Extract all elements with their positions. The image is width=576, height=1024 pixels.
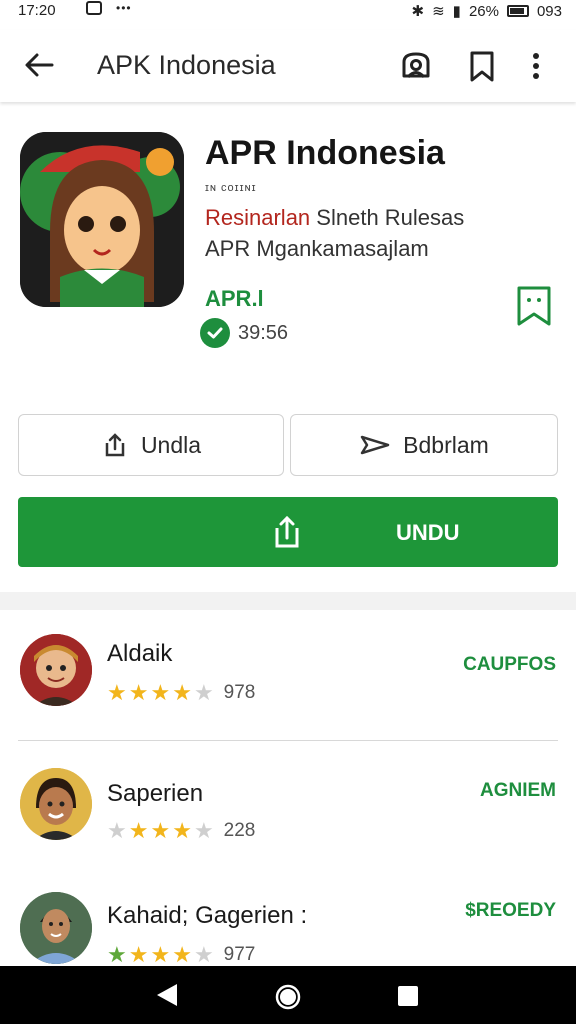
reviewer-name: Aldaik — [107, 640, 173, 667]
wishlist-icon[interactable] — [516, 285, 552, 327]
app-subtitle: APR Mgankamasajlam — [205, 236, 429, 261]
app-details-card: APR Indonesia ɪɴ ᴄᴏɪɪɴɪ Resinarlan Slnet… — [0, 110, 576, 590]
reviewer-name: Kahaid; Gagerien : — [107, 902, 308, 929]
developer-rest: Slneth Rulesas — [316, 205, 465, 230]
nav-recents-icon[interactable] — [397, 985, 419, 1007]
reviewer-name: Saperien — [107, 780, 204, 807]
back-arrow-icon[interactable] — [22, 48, 56, 82]
more-notifications-icon: ••• — [116, 1, 132, 15]
secondary-button-left[interactable]: Undla — [18, 414, 284, 476]
rating-stars: ★ ★ ★ ★ ★ 977 — [107, 942, 256, 967]
app-icon[interactable] — [20, 132, 184, 307]
verified-row: 39:56 — [200, 318, 288, 348]
review-count: 977 — [223, 944, 256, 965]
status-extra: 093 — [536, 2, 562, 20]
review-item[interactable]: Aldaik ★ ★ ★ ★ ★ 978 CAUPFOS — [0, 628, 576, 738]
review-count: 978 — [223, 682, 256, 703]
wifi-icon: ≋ — [432, 3, 445, 20]
verified-count: 39:56 — [238, 321, 289, 344]
review-label[interactable]: AGNIEM — [480, 780, 556, 802]
app-bar: APK Indonesia — [0, 30, 576, 102]
bluetooth-icon: ✱ — [411, 3, 425, 20]
signal-icon: ▮ — [452, 3, 461, 20]
developer-line: Resinarlan Slneth Rulesas — [205, 205, 464, 231]
check-circle-icon — [200, 318, 230, 348]
developer-link[interactable]: Resinarlan — [205, 205, 310, 230]
install-button-label: UNDU — [396, 520, 460, 545]
status-time: 17:20 — [18, 2, 56, 19]
app-name: APR Indonesia — [205, 134, 445, 172]
more-vert-icon[interactable] — [526, 48, 546, 84]
nav-back-icon[interactable] — [155, 982, 179, 1008]
avatar — [20, 892, 92, 964]
avatar — [20, 768, 92, 840]
rating-stars: ★ ★ ★ ★ ★ 228 — [107, 818, 256, 843]
secondary-button-right[interactable]: Bdbrlam — [290, 414, 558, 476]
app-small-text: ɪɴ ᴄᴏɪɪɴɪ — [205, 182, 257, 194]
upload-icon — [275, 515, 299, 548]
review-label[interactable]: $REOEDY — [465, 900, 556, 922]
send-icon — [360, 435, 390, 455]
nav-home-icon[interactable] — [274, 983, 302, 1011]
review-item[interactable]: Saperien ★ ★ ★ ★ ★ 228 AGNIEM — [0, 766, 576, 876]
bookmark-icon[interactable] — [464, 48, 500, 84]
secondary-button-right-label: Bdbrlam — [403, 431, 489, 458]
review-divider — [18, 740, 558, 741]
notification-icon — [86, 1, 102, 15]
secondary-button-left-label: Undla — [140, 431, 202, 458]
battery-icon — [506, 5, 529, 17]
review-label[interactable]: CAUPFOS — [463, 654, 556, 676]
share-icon — [105, 433, 125, 457]
avatar — [20, 634, 92, 706]
app-tag: APR.l — [205, 286, 264, 311]
account-icon[interactable] — [398, 48, 434, 84]
install-button[interactable]: UNDU — [18, 497, 558, 567]
system-nav-bar — [0, 966, 576, 1024]
battery-percent: 26% — [468, 2, 499, 20]
section-divider — [0, 592, 576, 610]
review-count: 228 — [223, 820, 256, 841]
rating-stars: ★ ★ ★ ★ ★ 978 — [107, 680, 256, 705]
status-bar: 17:20 ••• ✱ ≋ ▮ 26% 093 — [0, 0, 576, 24]
page-title: APK Indonesia — [97, 50, 276, 80]
